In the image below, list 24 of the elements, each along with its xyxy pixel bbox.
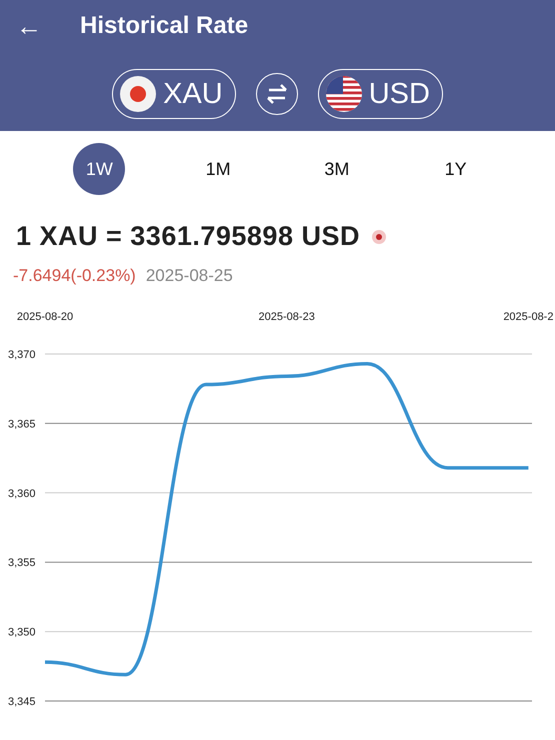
x-axis-label: 2025-08-2	[503, 311, 554, 323]
coin-icon	[119, 75, 158, 113]
swap-button[interactable]	[256, 73, 298, 115]
rate-date: 2025-08-25	[146, 266, 233, 286]
live-dot-icon	[372, 230, 386, 244]
back-button[interactable]: ←	[16, 13, 42, 39]
y-axis-label: 3,370	[8, 349, 36, 361]
period-tab[interactable]: 1W	[73, 143, 126, 195]
period-tab[interactable]: 1Y	[430, 143, 482, 195]
flag-icon	[324, 75, 363, 113]
x-axis-label: 2025-08-20	[16, 311, 74, 323]
rate-change: -7.6494(-0.23%)	[13, 266, 136, 286]
period-tab[interactable]: 3M	[310, 143, 363, 195]
quote-currency-selector[interactable]: USD	[318, 69, 443, 119]
y-axis-label: 3,355	[8, 557, 36, 570]
page-title: Historical Rate	[80, 12, 248, 40]
y-axis-label: 3,345	[8, 696, 36, 708]
y-axis-label: 3,360	[8, 488, 36, 500]
y-axis-label: 3,365	[8, 418, 36, 430]
base-currency-selector[interactable]: XAU	[112, 69, 236, 119]
rate-value: 1 XAU = 3361.795898 USD	[16, 221, 360, 252]
x-axis-label: 2025-08-23	[258, 311, 315, 323]
y-axis-label: 3,350	[8, 626, 36, 639]
period-tab[interactable]: 1M	[192, 143, 244, 195]
